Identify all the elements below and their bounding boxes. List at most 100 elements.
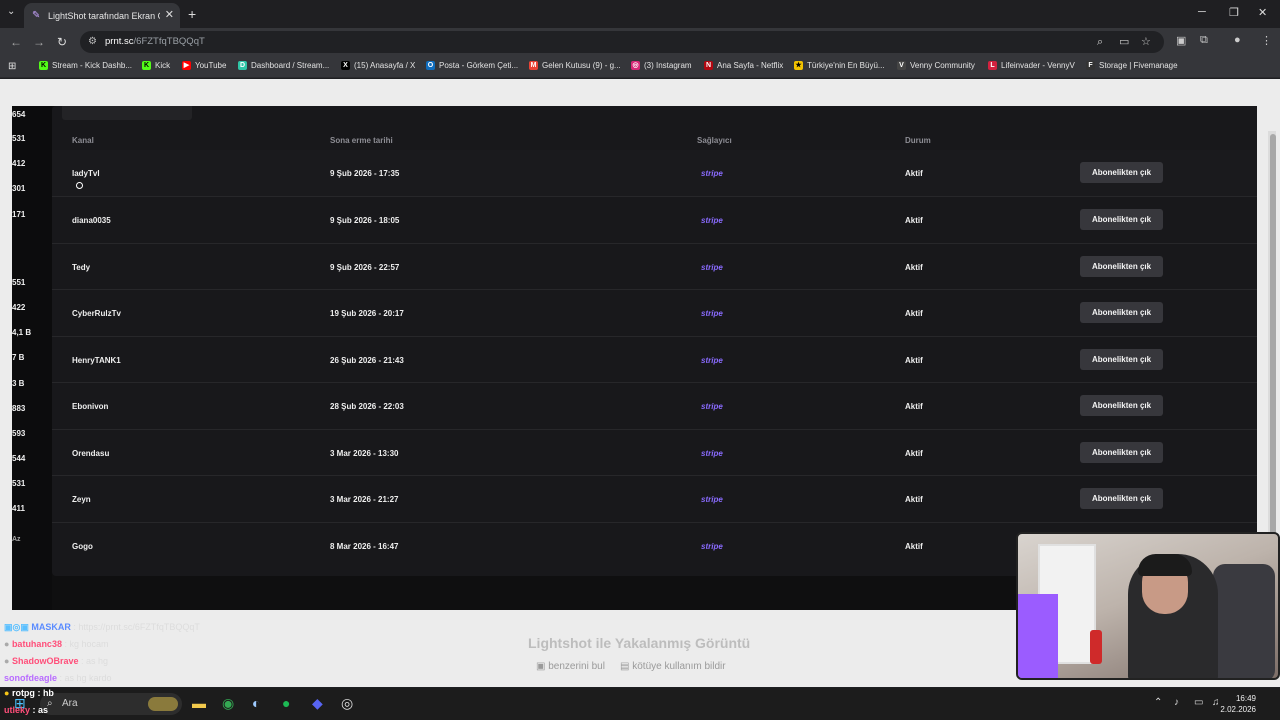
extension-icon[interactable]: ▣ <box>1176 34 1186 47</box>
steam-icon[interactable]: ◐ <box>252 695 260 711</box>
tab-search-chevron-icon[interactable]: ⌄ <box>7 6 15 17</box>
taskbar-search[interactable]: ⌕ Ara <box>40 693 182 715</box>
minimize-window-icon[interactable]: ─ <box>1198 6 1206 18</box>
site-info-icon[interactable]: ⚙ <box>88 31 97 53</box>
channel-name[interactable]: Zeyn <box>72 495 91 504</box>
counter-value: Az <box>12 536 21 543</box>
tab-close-icon[interactable]: ✕ <box>165 8 174 21</box>
apps-grid-icon[interactable]: ⊞ <box>8 61 16 72</box>
zoom-icon[interactable]: ⌕ <box>1097 31 1103 53</box>
taskbar-search-label: Ara <box>62 698 78 709</box>
system-clock[interactable]: 16:49 2.02.2026 <box>1220 693 1256 715</box>
bookmark-item[interactable]: V Venny Community <box>897 61 975 70</box>
clock-time: 16:49 <box>1235 694 1256 703</box>
unsubscribe-button[interactable]: Abonelikten çık <box>1080 302 1163 323</box>
menu-kebab-icon[interactable]: ⋮ <box>1261 34 1272 47</box>
channel-name[interactable]: HenryTANK1 <box>72 356 121 365</box>
channel-name[interactable]: Tedy <box>72 263 90 272</box>
chat-message: ● rotpg : hb <box>4 688 54 698</box>
browser-tab-lightshot[interactable]: ✎ LightShot tarafından Ekran Görü ✕ <box>24 3 180 28</box>
report-abuse-link[interactable]: ▤ kötüye kullanım bildir <box>620 661 726 672</box>
bookmark-star-icon[interactable]: ☆ <box>1141 31 1151 53</box>
counter-value: 531 <box>12 134 26 143</box>
channel-name[interactable]: CyberRulzTv <box>72 309 121 318</box>
chat-username: rotpg <box>11 688 35 698</box>
column-header-status: Durum <box>905 136 931 145</box>
find-similar-link[interactable]: ▣ benzerini bul <box>536 661 605 672</box>
counter-value: 171 <box>12 210 26 219</box>
outlook-icon: O <box>426 61 435 70</box>
restore-window-icon[interactable]: ❐ <box>1229 6 1239 19</box>
reload-icon[interactable]: ↻ <box>57 35 67 49</box>
status-badge: Aktif <box>905 402 923 411</box>
url-host: prnt.sc <box>105 36 134 47</box>
panel-header-stub <box>62 106 192 120</box>
youtube-icon: ▶ <box>182 61 191 70</box>
bookmark-item[interactable]: X (15) Anasayfa / X <box>341 61 415 70</box>
status-badge: Aktif <box>905 169 923 178</box>
channel-name[interactable]: Orendasu <box>72 449 109 458</box>
extensions-puzzle-icon[interactable]: ⧉ <box>1200 34 1208 47</box>
unsubscribe-button[interactable]: Abonelikten çık <box>1080 209 1163 230</box>
address-bar[interactable]: ⚙ prnt.sc/6FZTfqTBQQqT ⌕ ▭ ☆ <box>80 31 1164 53</box>
camera-icon: ▣ <box>536 661 549 672</box>
close-window-icon[interactable]: ✕ <box>1258 6 1267 19</box>
expiry-date: 28 Şub 2026 - 22:03 <box>330 402 404 411</box>
expiry-date: 3 Mar 2026 - 21:27 <box>330 495 399 504</box>
subscriptions-panel: Kanal Sona erme tarihi Sağlayıcı Durum l… <box>52 106 1257 576</box>
bookmark-item[interactable]: K Kick <box>142 61 170 70</box>
table-row: CyberRulzTv 19 Şub 2026 - 20:17 stripe A… <box>52 289 1257 335</box>
volume-icon[interactable]: ♫ <box>1212 697 1220 708</box>
gmail-icon: M <box>529 61 538 70</box>
channel-name[interactable]: Gogo <box>72 542 93 551</box>
channel-name[interactable]: Ebonivon <box>72 402 108 411</box>
channel-name[interactable]: diana0035 <box>72 216 111 225</box>
profile-avatar-icon[interactable]: ● <box>1234 34 1241 46</box>
bookmark-item[interactable]: D Dashboard / Stream... <box>238 61 329 70</box>
table-row: Orendasu 3 Mar 2026 - 13:30 stripe Aktif… <box>52 429 1257 475</box>
channel-name[interactable]: ladyTvl <box>72 169 100 178</box>
discord-icon[interactable]: ◆ <box>312 695 323 712</box>
unsubscribe-button[interactable]: Abonelikten çık <box>1080 162 1163 183</box>
cast-icon[interactable]: ▭ <box>1119 31 1129 53</box>
webcam-overlay <box>1016 532 1280 680</box>
unsubscribe-button[interactable]: Abonelikten çık <box>1080 256 1163 277</box>
provider-stripe: stripe <box>701 169 723 178</box>
webcam-purple-light <box>1018 594 1058 678</box>
bookmark-item[interactable]: M Gelen Kutusu (9) - g... <box>529 61 621 70</box>
chat-text: as hg <box>85 656 109 666</box>
unsubscribe-button[interactable]: Abonelikten çık <box>1080 442 1163 463</box>
tray-overflow-chevron-icon[interactable]: ⌃ <box>1154 697 1162 708</box>
forward-arrow-icon[interactable]: → <box>33 35 45 49</box>
unsubscribe-button[interactable]: Abonelikten çık <box>1080 395 1163 416</box>
webcam-hair <box>1138 554 1192 576</box>
bookmark-item[interactable]: L Lifeinvader - VennyV <box>988 61 1075 70</box>
unsubscribe-button[interactable]: Abonelikten çık <box>1080 488 1163 509</box>
file-explorer-icon[interactable]: ▬ <box>192 695 206 711</box>
chat-message: ▣◎▣ MASKAR : https://prnt.sc/6FZTfqTBQQq… <box>4 622 200 632</box>
bookmark-item[interactable]: N Ana Sayfa - Netflix <box>704 61 783 70</box>
status-badge: Aktif <box>905 542 923 551</box>
bookmark-item[interactable]: ★ Türkiye'nin En Büyü... <box>794 61 885 70</box>
table-row: Tedy 9 Şub 2026 - 22:57 stripe Aktif Abo… <box>52 243 1257 289</box>
instagram-icon: ◎ <box>631 61 640 70</box>
bookmark-item[interactable]: O Posta - Görkem Çeti... <box>426 61 518 70</box>
network-icon[interactable]: ▭ <box>1194 697 1203 708</box>
microphone-icon[interactable]: ♪ <box>1174 697 1179 708</box>
bookmark-item[interactable]: ◎ (3) Instagram <box>631 61 692 70</box>
chat-text: https://prnt.sc/6FZTfqTBQQqT <box>78 622 200 632</box>
sahibinden-icon: ★ <box>794 61 803 70</box>
chrome-icon[interactable]: ◉ <box>222 695 234 712</box>
left-counter-column: 654 531 412 301 171 551 422 4,1 B 7 B 3 … <box>12 106 52 610</box>
new-tab-button[interactable]: + <box>188 6 196 22</box>
back-arrow-icon[interactable]: ← <box>10 35 22 49</box>
spotify-icon[interactable]: ● <box>282 695 290 711</box>
bookmark-item[interactable]: K Stream - Kick Dashb... <box>39 61 132 70</box>
status-badge: Aktif <box>905 216 923 225</box>
provider-stripe: stripe <box>701 542 723 551</box>
unsubscribe-button[interactable]: Abonelikten çık <box>1080 349 1163 370</box>
app-icon[interactable]: ◎ <box>341 695 353 712</box>
bookmark-item[interactable]: F Storage | Fivemanage <box>1086 61 1178 70</box>
bookmark-item[interactable]: ▶ YouTube <box>182 61 226 70</box>
chat-username: sonofdeagle <box>4 673 58 683</box>
